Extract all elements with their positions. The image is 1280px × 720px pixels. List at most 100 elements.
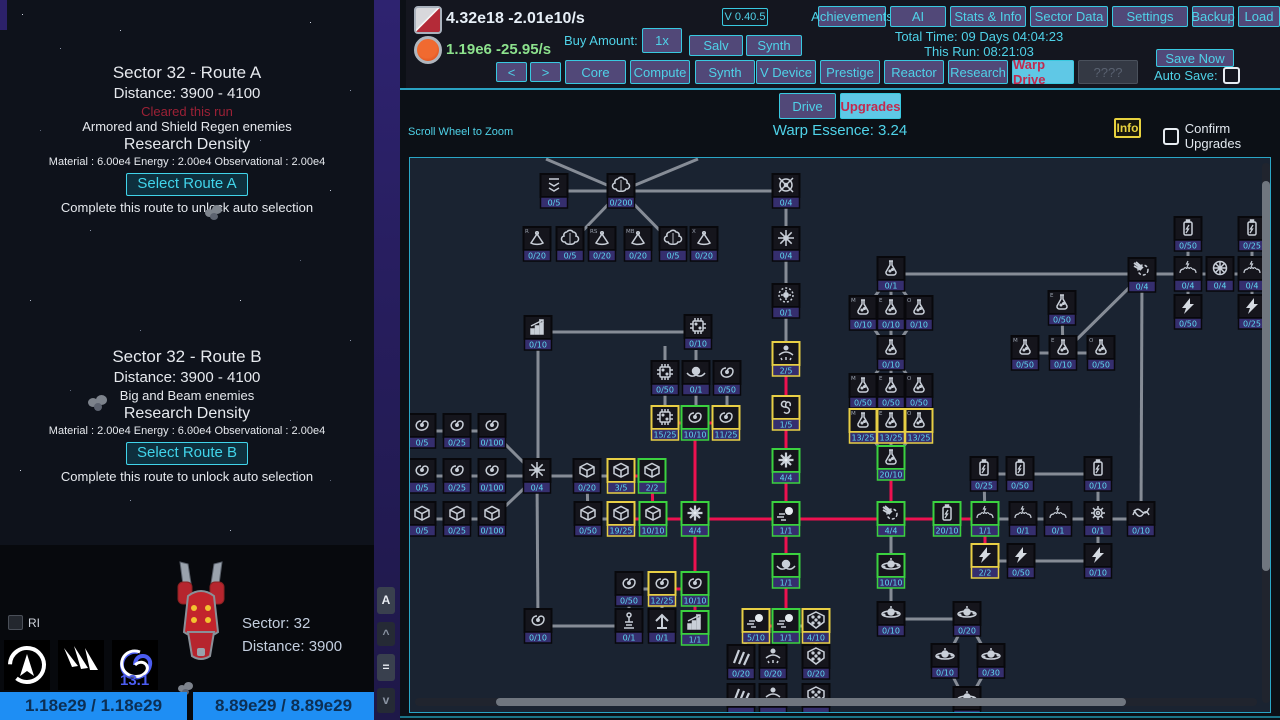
upgrade-node-bolt-0-25[interactable]: 0/25 xyxy=(1239,295,1266,329)
ri-checkbox[interactable] xyxy=(8,615,23,630)
upgrade-node-comet-5-10[interactable]: 5/10 xyxy=(743,609,770,643)
buy-amount-button[interactable]: 1x xyxy=(642,28,682,53)
ship-ability-icon[interactable] xyxy=(4,640,50,690)
nav-next-button[interactable]: > xyxy=(530,62,561,82)
upgrade-node-flask-0-50[interactable]: O0/50 xyxy=(1088,336,1115,370)
upgrade-node-bolt-2-2[interactable]: 2/2 xyxy=(972,544,999,578)
upgrade-node-swirl-0-50[interactable]: 0/50 xyxy=(714,361,741,395)
upgrade-node-web-0-4[interactable]: 0/4 xyxy=(1207,257,1234,291)
upgrade-node-chip-15-25[interactable]: 15/25 xyxy=(652,406,679,440)
upgrade-node-gear-0-1[interactable]: 0/1 xyxy=(1085,502,1112,536)
upgrade-node-flask-13-25[interactable]: O13/25 xyxy=(906,409,933,443)
upgrade-node-cube-3-5[interactable]: 3/5 xyxy=(608,459,635,493)
section-tab-blank[interactable]: ???? xyxy=(1078,60,1138,84)
upgrade-node-cap-1-1[interactable]: 1/1 xyxy=(972,502,999,536)
upgrade-node-cube-0-25[interactable]: 0/25 xyxy=(444,502,471,536)
upgrade-node-brain-0-5[interactable]: 0/5 xyxy=(557,227,584,261)
upgrade-node-comet-1-1[interactable]: 1/1 xyxy=(773,502,800,536)
tree-scrollbar-v-handle[interactable] xyxy=(1262,181,1270,571)
upgrade-node-bolt-0-50[interactable]: 0/50 xyxy=(1008,544,1035,578)
select-route-b-button[interactable]: Select Route B xyxy=(126,442,248,465)
upgrade-node-swirl-0-50[interactable]: 0/50 xyxy=(616,572,643,606)
upgrade-node-brain-0-200[interactable]: 0/200 xyxy=(608,174,635,208)
warp-tab-upgrades[interactable]: Upgrades xyxy=(840,93,901,119)
save-now-button[interactable]: Save Now xyxy=(1156,49,1234,67)
divider-button-blank[interactable]: ^ xyxy=(377,622,395,646)
upgrade-node-rings-0-10[interactable]: 0/10 xyxy=(932,644,959,678)
upgrade-node-cone-0-20[interactable]: MB0/20 xyxy=(625,227,652,261)
upgrade-node-swirl-0-10[interactable]: 0/10 xyxy=(525,609,552,643)
upgrade-node-flask-20-10[interactable]: 20/10 xyxy=(878,446,905,480)
menu-button-achievements[interactable]: Achievements xyxy=(818,6,886,27)
warp-tab-drive[interactable]: Drive xyxy=(779,93,836,119)
section-tab-warp-drive[interactable]: Warp Drive xyxy=(1012,60,1074,84)
upgrade-node-rings-10-10[interactable]: 10/10 xyxy=(878,554,905,588)
upgrade-node-rings-0-20[interactable]: 0/20 xyxy=(954,602,981,636)
upgrade-node-flask-0-10[interactable]: E0/10 xyxy=(878,296,905,330)
upgrade-node-swirl-0-5[interactable]: 0/5 xyxy=(410,459,436,493)
upgrade-node-battery-0-10[interactable]: 0/10 xyxy=(1085,457,1112,491)
confirm-upgrades-checkbox[interactable] xyxy=(1163,128,1179,145)
upgrade-node-burst-0-4[interactable]: 0/4 xyxy=(524,459,551,493)
menu-button-load[interactable]: Load xyxy=(1238,6,1280,27)
upgrade-node-flask-13-25[interactable]: E13/25 xyxy=(878,409,905,443)
upgrade-node-arrow-0-1[interactable]: 0/1 xyxy=(649,609,676,643)
claw-ability-icon[interactable] xyxy=(58,640,104,690)
upgrade-node-battery-0-25[interactable]: 0/25 xyxy=(1239,217,1266,251)
section-tab-reactor[interactable]: Reactor xyxy=(884,60,944,84)
upgrade-node-cube-19-25[interactable]: 19/25 xyxy=(608,502,635,536)
upgrade-node-chart-0-10[interactable]: 0/10 xyxy=(525,316,552,350)
upgrade-node-cone-0-20[interactable]: R0/20 xyxy=(524,227,551,261)
upgrade-node-cube-10-10[interactable]: 10/10 xyxy=(640,502,667,536)
upgrade-node-cone-0-20[interactable]: X0/20 xyxy=(691,227,718,261)
section-tab-core[interactable]: Core xyxy=(565,60,626,84)
upgrade-node-orb-0-1[interactable]: 0/1 xyxy=(683,361,710,395)
upgrade-node-flask-0-50[interactable]: E0/50 xyxy=(1049,291,1076,325)
upgrade-node-flask-0-10[interactable]: O0/10 xyxy=(906,296,933,330)
upgrade-node-brain-0-5[interactable]: 0/5 xyxy=(660,227,687,261)
section-tab-compute[interactable]: Compute xyxy=(630,60,690,84)
menu-button-backup[interactable]: Backup xyxy=(1192,6,1234,27)
upgrade-node-cube-0-20[interactable]: 0/20 xyxy=(574,459,601,493)
currency-tab-synth[interactable]: Synth xyxy=(746,35,802,56)
upgrade-node-flask-0-50[interactable]: E0/50 xyxy=(878,374,905,408)
upgrade-node-sunburst-4-4[interactable]: 4/4 xyxy=(773,449,800,483)
upgrade-node-bolt-0-50[interactable]: 0/50 xyxy=(1175,295,1202,329)
upgrade-node-rings-0-10[interactable]: 0/10 xyxy=(878,602,905,636)
upgrade-node-sunburst-4-4[interactable]: 4/4 xyxy=(682,502,709,536)
info-button[interactable]: Info xyxy=(1114,118,1141,138)
upgrade-node-shield-4-10[interactable]: 4/10 xyxy=(803,609,830,643)
upgrade-node-cone-0-20[interactable]: RS0/20 xyxy=(589,227,616,261)
upgrade-node-badge-0-5[interactable]: 0/5 xyxy=(541,174,568,208)
upgrade-node-chart-1-1[interactable]: 1/1 xyxy=(682,611,709,645)
upgrade-node-fountain-0-20[interactable]: 0/20 xyxy=(760,645,787,679)
menu-button-sector-data[interactable]: Sector Data xyxy=(1030,6,1108,27)
nav-prev-button[interactable]: < xyxy=(496,62,527,82)
upgrade-node-cube-0-50[interactable]: 0/50 xyxy=(575,502,602,536)
upgrade-node-comet-1-1[interactable]: 1/1 xyxy=(773,609,800,643)
menu-button-stats-info[interactable]: Stats & Info xyxy=(950,6,1026,27)
upgrade-node-swirl-10-10[interactable]: 10/10 xyxy=(682,406,709,440)
upgrade-node-cap-0-4[interactable]: 0/4 xyxy=(1175,257,1202,291)
upgrade-node-swirl-0-100[interactable]: 0/100 xyxy=(479,414,506,448)
section-tab-v-device[interactable]: V Device xyxy=(756,60,816,84)
divider-button-blank[interactable]: = xyxy=(377,654,395,681)
upgrade-node-swirl-0-25[interactable]: 0/25 xyxy=(444,459,471,493)
upgrade-node-burst-0-4[interactable]: 0/4 xyxy=(773,227,800,261)
upgrade-node-battery-0-25[interactable]: 0/25 xyxy=(971,457,998,491)
upgrade-node-cap-0-4[interactable]: 0/4 xyxy=(1239,257,1266,291)
upgrade-node-battery-0-50[interactable]: 0/50 xyxy=(1007,457,1034,491)
section-tab-synth[interactable]: Synth xyxy=(695,60,755,84)
upgrade-node-chip-0-50[interactable]: 0/50 xyxy=(652,361,679,395)
menu-button-settings[interactable]: Settings xyxy=(1112,6,1188,27)
upgrade-node-orb-1-1[interactable]: 1/1 xyxy=(773,554,800,588)
upgrade-node-flask-0-10[interactable]: 0/10 xyxy=(878,336,905,370)
upgrade-node-flask-0-50[interactable]: O0/50 xyxy=(906,374,933,408)
upgrade-node-cube-0-5[interactable]: 0/5 xyxy=(410,502,436,536)
upgrade-node-orbitx-0-4[interactable]: 0/4 xyxy=(773,174,800,208)
select-route-a-button[interactable]: Select Route A xyxy=(126,173,247,196)
upgrade-node-chip-0-10[interactable]: 0/10 xyxy=(685,315,712,349)
upgrade-node-battery-20-10[interactable]: 20/10 xyxy=(934,502,961,536)
upgrade-node-swirl-10-10[interactable]: 10/10 xyxy=(682,572,709,606)
upgrade-node-shield-0-20[interactable]: 0/20 xyxy=(803,645,830,679)
